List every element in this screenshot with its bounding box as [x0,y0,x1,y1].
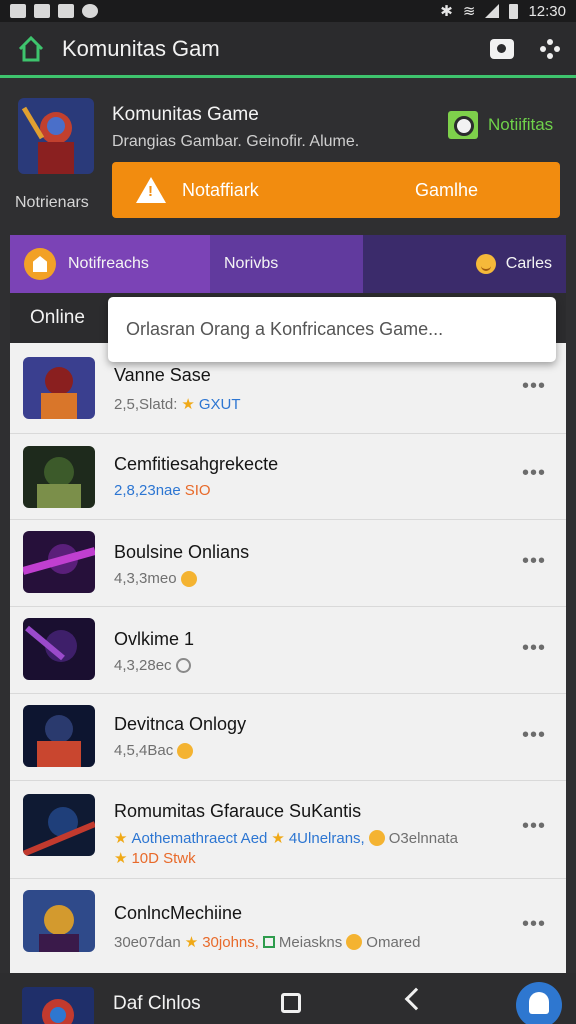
shield-icon [24,248,56,280]
clock-icon [175,658,191,673]
sync-icon [82,4,98,18]
message-icon [34,4,50,18]
side-label: Notrienars [15,194,89,211]
smile-icon [346,934,363,950]
game-thumbnail [23,794,95,856]
game-thumbnail [23,357,95,419]
tab-label: Carles [505,255,552,272]
alert-button[interactable]: Notaffiark Gamlhe [112,162,560,218]
game-name: Cemfitiesahgrekecte [114,454,279,474]
game-thumbnail [23,618,95,680]
tab-label: Norivbs [224,255,279,272]
search-popup[interactable]: Orlasran Orang a Konfricances Game... [108,297,556,362]
game-avatar [18,98,94,174]
smile-icon [475,254,496,274]
tab-news[interactable]: Norivbs [210,235,363,293]
list-item[interactable]: Cemfitiesahgrekecte 2,8,23nae SIO ••• [10,434,566,520]
signal-icon [485,4,500,18]
game-name: ConlncMechiine [114,903,243,923]
smile-icon [180,570,197,587]
star-icon: ★ [181,396,195,413]
notifications-link-label: Notiifitas [488,115,554,134]
list-item[interactable]: Devitnca Onlogy 4,5,4Bac ••• [10,694,566,781]
game-meta: 2,8,23nae SIO [114,482,211,499]
popup-text: Orlasran Orang a Konfricances Game... [126,319,444,339]
tab-notifications[interactable]: Notifreachs [10,235,210,293]
game-meta: 30e07dan ★ 30johns, Meiaskns Omared [114,933,421,952]
game-thumbnail [23,531,95,593]
game-subtitle: Drangias Gambar. Geinofir. Alume. [112,133,360,150]
more-icon[interactable]: ••• [522,550,546,573]
game-thumbnail [22,987,94,1024]
notifications-link[interactable]: Notiifitas [448,111,553,139]
square-icon [262,936,275,948]
game-header: Komunitas Game Drangias Gambar. Geinofir… [0,86,576,232]
online-label: Online [30,307,85,328]
home-icon[interactable] [16,34,46,64]
bottom-nav: Daf Clnlos [0,973,576,1024]
battery-icon [509,3,519,19]
apps-grid-icon[interactable] [540,38,560,59]
game-meta: 4,3,28ec [114,657,191,674]
smile-icon [177,742,194,759]
game-thumbnail [23,705,95,767]
star-icon: ★ [114,850,128,867]
alert-button-action: Gamlhe [414,179,478,200]
bottom-nav-label: Daf Clnlos [113,993,201,1014]
game-name: Romumitas Gfarauce SuKantis [114,801,362,821]
game-name: Vanne Sase [114,365,211,385]
star-icon: ★ [271,830,285,847]
game-title: Komunitas Game [112,104,259,125]
game-meta: 4,3,3meo [114,570,197,587]
list-item[interactable]: Boulsine Onlians 4,3,3meo ••• [10,520,566,607]
mail-icon [58,4,74,18]
wifi-icon: ≋ [462,3,476,20]
game-meta: ★ 10D Stwk [114,849,196,868]
tab-label: Notifreachs [68,255,149,272]
app-title: Komunitas Gam [62,35,220,61]
game-name: Boulsine Onlians [114,542,250,562]
list-item[interactable]: ConlncMechiine 30e07dan ★ 30johns, Meias… [10,879,566,973]
bluetooth-icon: ✱ [440,3,453,20]
clock: 12:30 [528,2,566,20]
game-meta: ★ Aothemathraect Aed ★ 4Ulnelrans, O3eln… [114,829,458,848]
list-item[interactable]: Ovlkime 1 4,3,28ec ••• [10,607,566,694]
list-item[interactable]: Romumitas Gfarauce SuKantis ★ Aothemathr… [10,781,566,879]
game-name: Devitnca Onlogy [114,714,247,734]
back-icon[interactable] [404,987,428,1011]
recent-apps-icon[interactable] [281,993,301,1013]
star-icon: ★ [184,934,199,951]
tab-bar: Notifreachs Norivbs Carles [10,235,566,293]
more-icon[interactable]: ••• [522,913,546,936]
star-icon: ★ [114,830,128,847]
tab-carles[interactable]: Carles [363,235,566,293]
game-thumbnail [23,446,95,508]
more-icon[interactable]: ••• [522,375,546,398]
game-thumbnail [23,890,95,952]
game-meta: 4,5,4Bac [114,742,194,759]
app-bar: Komunitas Gam [0,22,576,78]
smile-icon [368,830,385,846]
alert-button-label: Notaffiark [182,179,259,200]
assistant-icon[interactable] [516,982,562,1024]
more-icon[interactable]: ••• [522,724,546,747]
more-icon[interactable]: ••• [522,815,546,838]
game-meta: 2,5,Slatd: ★ GXUT [114,395,241,414]
game-name: Ovlkime 1 [114,629,195,649]
more-icon[interactable]: ••• [522,637,546,660]
game-list: Vanne Sase 2,5,Slatd: ★ GXUT ••• Cemfiti… [10,343,566,973]
notification-icon [10,4,26,18]
more-icon[interactable]: ••• [522,462,546,485]
warning-icon [136,177,166,203]
camera-icon[interactable] [490,38,514,59]
status-bar: ✱ ≋ 12:30 [0,0,576,22]
search-icon [448,111,478,139]
